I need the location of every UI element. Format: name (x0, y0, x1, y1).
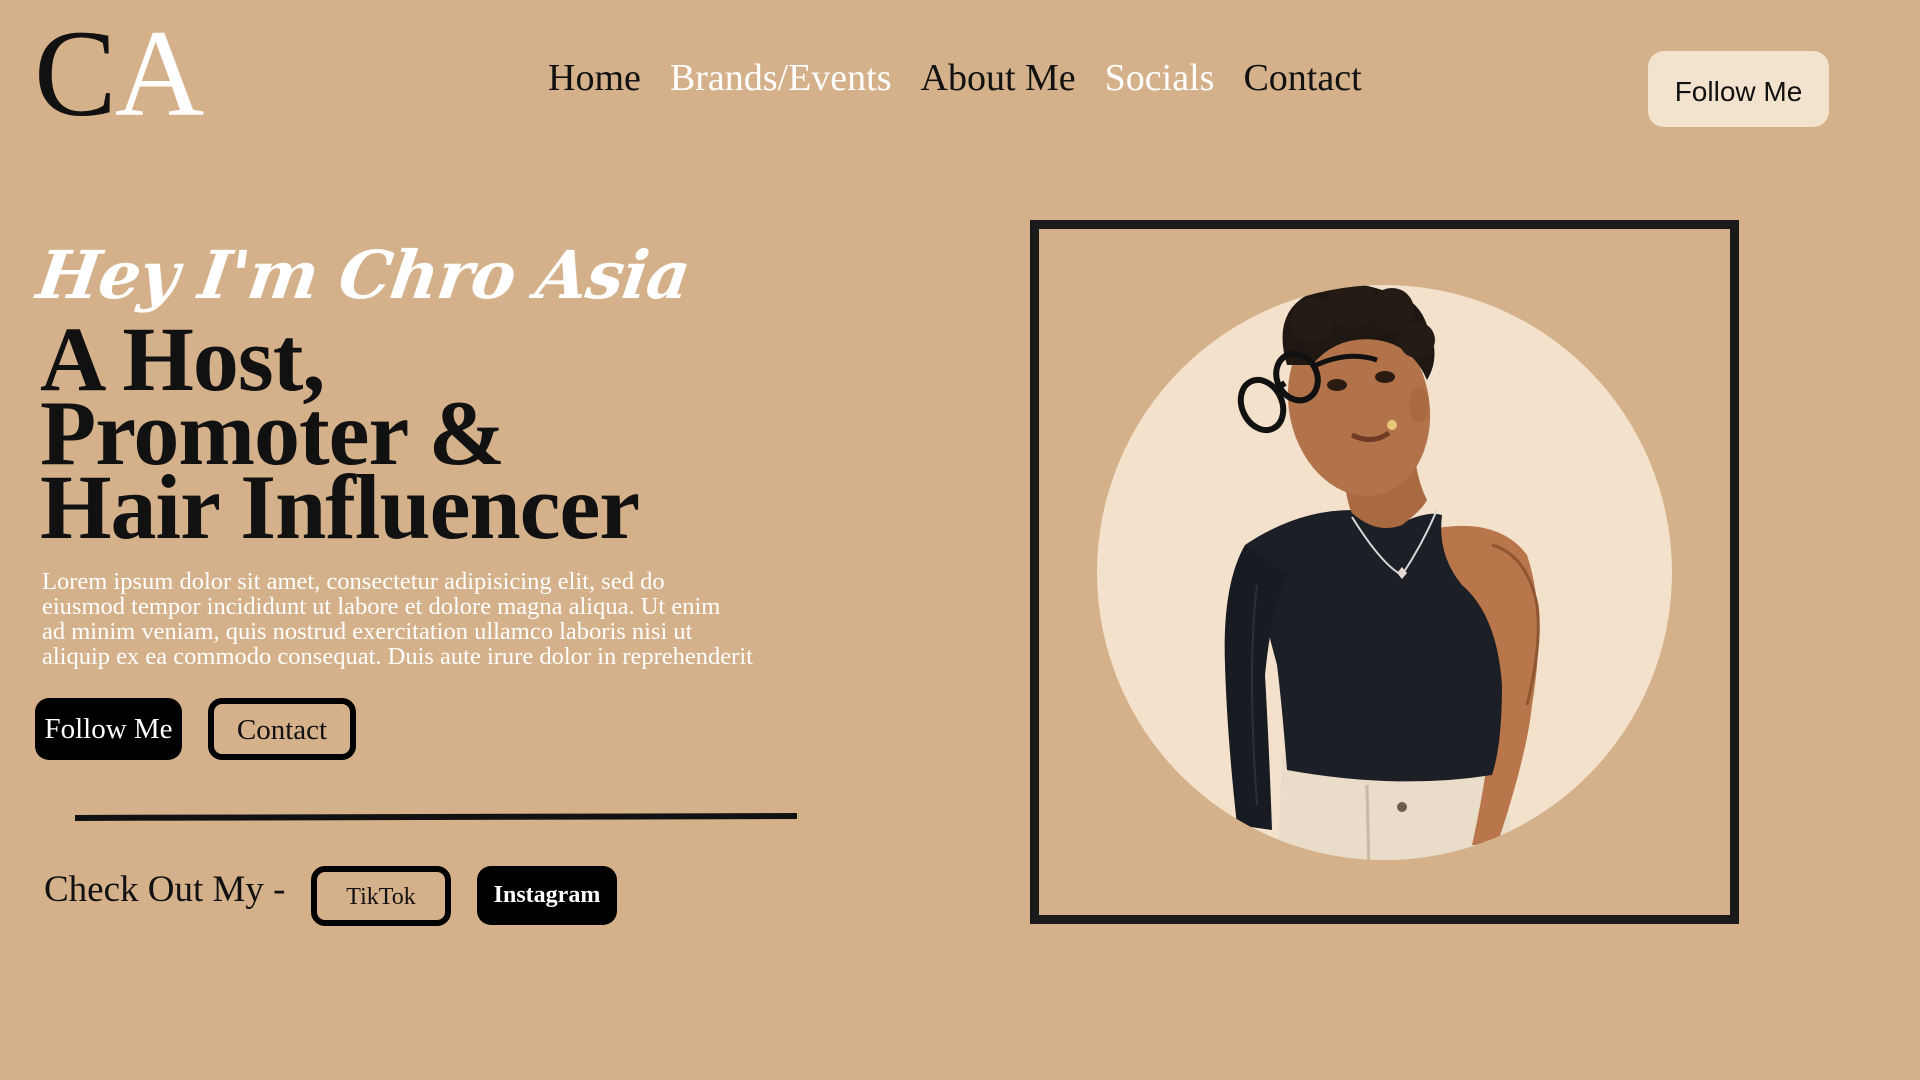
hero-contact-button[interactable]: Contact (208, 698, 356, 760)
description-line: ad minim veniam, quis nostrud exercitati… (42, 618, 693, 645)
nav-contact[interactable]: Contact (1243, 57, 1361, 100)
portrait-circle (1097, 285, 1672, 860)
headline-line-3: Hair Influencer (40, 456, 640, 558)
header-follow-button[interactable]: Follow Me (1648, 51, 1829, 127)
nav-home[interactable]: Home (548, 57, 641, 100)
instagram-button[interactable]: Instagram (477, 866, 617, 925)
nav-brands-events[interactable]: Brands/Events (670, 57, 892, 100)
nav-about-me[interactable]: About Me (921, 57, 1076, 100)
description-line: Lorem ipsum dolor sit amet, consectetur … (42, 568, 665, 595)
section-divider (74, 813, 798, 821)
hero-headline: A Host, Promoter & Hair Influencer (40, 313, 640, 558)
hero-description: Lorem ipsum dolor sit amet, consectetur … (42, 569, 812, 669)
tiktok-button[interactable]: TikTok (311, 866, 451, 926)
logo[interactable]: CA (34, 12, 204, 136)
logo-letter-a: A (114, 5, 205, 142)
nav-socials[interactable]: Socials (1105, 57, 1215, 100)
description-line: aliquip ex ea commodo consequat. Duis au… (42, 643, 753, 670)
hero-follow-button[interactable]: Follow Me (35, 698, 182, 760)
landing-page: CA Home Brands/Events About Me Socials C… (0, 0, 1920, 1080)
main-nav: Home Brands/Events About Me Socials Cont… (548, 57, 1362, 100)
logo-letter-c: C (34, 5, 117, 142)
person-portrait-photo (1224, 285, 1540, 860)
hero-greeting: Hey I'm Chro Asia (32, 236, 695, 314)
description-line: eiusmod tempor incididunt ut labore et d… (42, 593, 721, 620)
socials-label: Check Out My - (44, 869, 286, 910)
